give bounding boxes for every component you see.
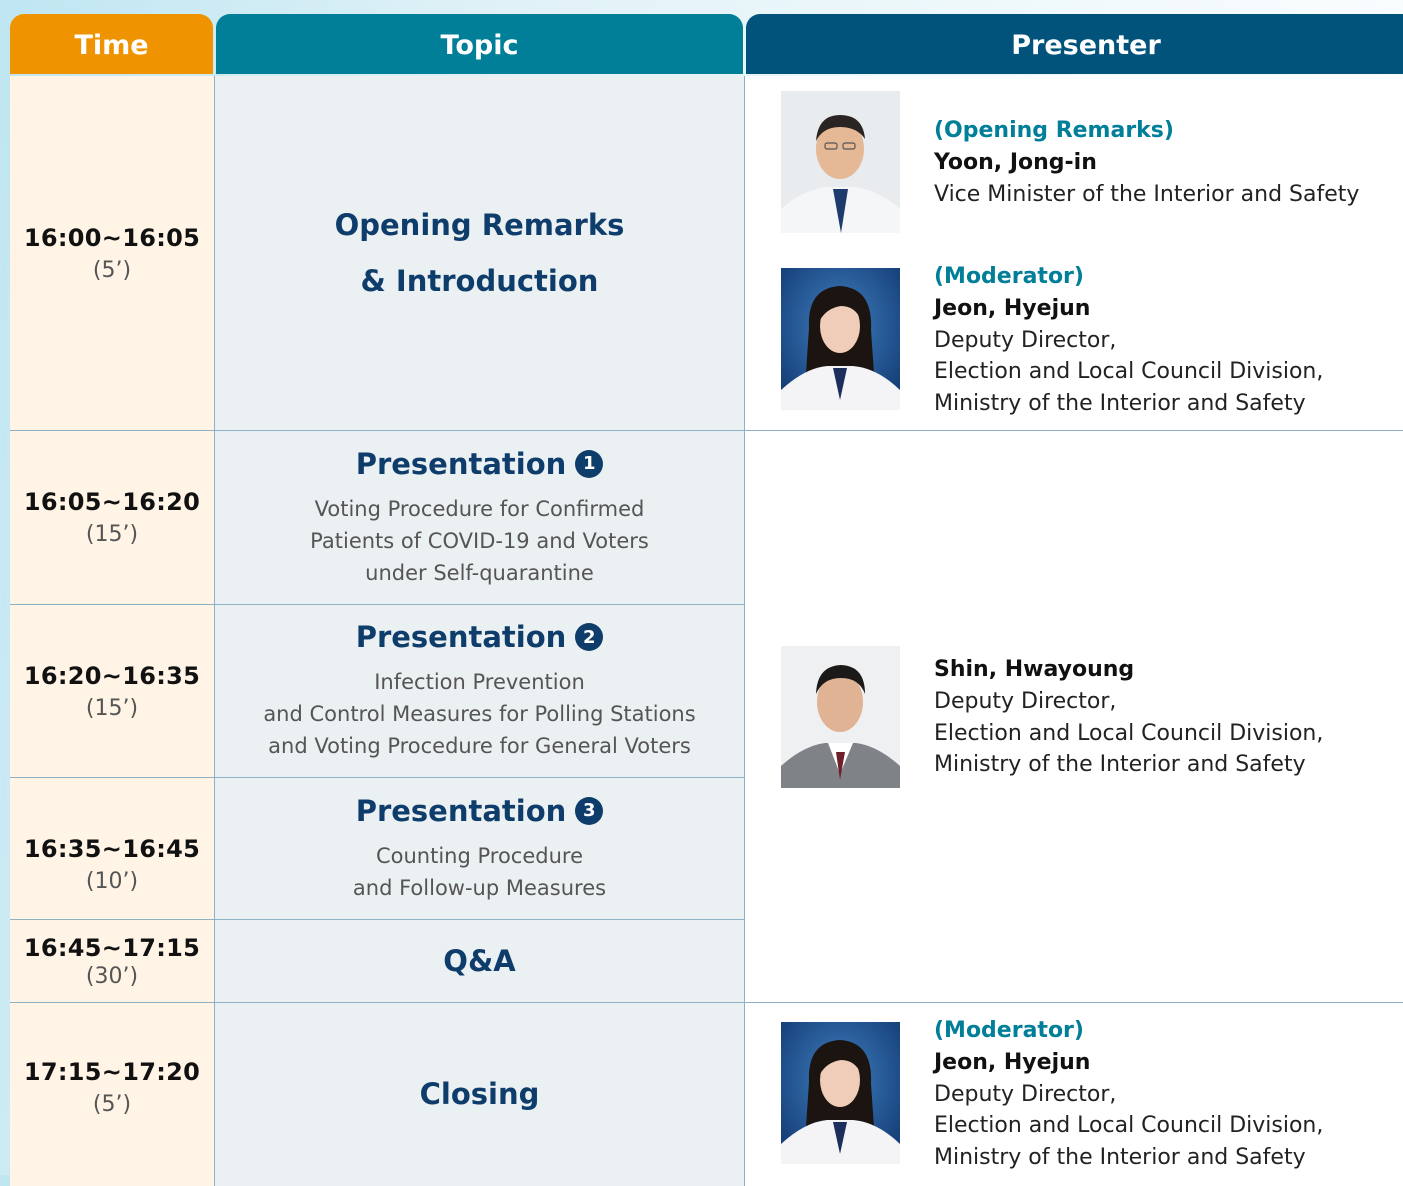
presenter-title: Election and Local Council Division,: [934, 359, 1324, 385]
topic-cell: Opening Remarks & Introduction: [215, 76, 744, 430]
presentation-description: Voting Procedure for Confirmed Patients …: [310, 493, 649, 589]
topic-cell: Presentation 1 Voting Procedure for Conf…: [215, 431, 744, 604]
presenter-name: Yoon, Jong-in: [934, 149, 1097, 175]
presenter-info: Shin, Hwayoung Deputy Director, Election…: [934, 654, 1403, 781]
time-range: 16:35~16:45: [23, 835, 201, 863]
topic-title: Opening Remarks: [334, 208, 625, 242]
description-line: under Self-quarantine: [365, 560, 594, 585]
time-range: 16:00~16:05: [23, 223, 201, 252]
presenter-title: Vice Minister of the Interior and Safety: [934, 181, 1360, 207]
number-badge: 3: [575, 796, 604, 825]
time-cell: 16:35~16:45 (10’): [10, 778, 214, 919]
presenter-title: Election and Local Council Division,: [934, 720, 1324, 746]
topic-cell: Presentation 3 Counting Procedure and Fo…: [215, 778, 744, 919]
duration: (10’): [85, 869, 139, 894]
number-badge: 2: [575, 623, 604, 651]
topic-cell: Closing: [215, 1003, 744, 1185]
presentation-title: Presentation 1: [356, 447, 604, 481]
topic-cell: Q&A: [215, 920, 744, 1002]
presentation-description: Infection Prevention and Control Measure…: [263, 666, 695, 762]
description-line: Voting Procedure for Confirmed: [314, 496, 645, 521]
presenter-info: (Moderator) Jeon, Hyejun Deputy Director…: [934, 1015, 1403, 1174]
time-cell: 16:45~17:15 (30’): [10, 920, 214, 1002]
description-line: Counting Procedure: [375, 843, 583, 868]
presenter-name: Shin, Hwayoung: [934, 657, 1135, 682]
presenter-role: (Moderator): [934, 264, 1084, 289]
presentation-title: Presentation 2: [356, 620, 604, 654]
duration: (5’): [92, 1091, 132, 1117]
presenter-title: Ministry of the Interior and Safety: [934, 391, 1306, 417]
time-range: 16:05~16:20: [23, 488, 201, 516]
presentation-description: Counting Procedure and Follow-up Measure…: [353, 840, 606, 904]
presenter-photo: [781, 91, 900, 233]
presenter-title: Election and Local Council Division,: [934, 1113, 1324, 1139]
presentation-label: Presentation: [355, 446, 567, 481]
duration: (5’): [92, 257, 132, 283]
presenter-title: Deputy Director,: [934, 1081, 1117, 1107]
duration: (15’): [85, 522, 139, 547]
description-line: and Follow-up Measures: [352, 875, 607, 900]
topic-title: & Introduction: [360, 264, 599, 298]
time-range: 16:20~16:35: [23, 661, 201, 690]
description-line: and Control Measures for Polling Station…: [263, 702, 696, 726]
presenter-name: Jeon, Hyejun: [934, 1049, 1091, 1075]
duration: (30’): [85, 963, 139, 989]
presenter-photo: [781, 1022, 900, 1164]
presenter-info: (Opening Remarks) Yoon, Jong-in Vice Min…: [934, 115, 1403, 210]
presenter-title: Ministry of the Interior and Safety: [934, 752, 1306, 778]
time-range: 16:45~17:15: [23, 933, 201, 962]
time-cell: 16:05~16:20 (15’): [10, 431, 214, 604]
presenter-role: (Opening Remarks): [934, 118, 1174, 143]
time-cell: 16:00~16:05 (5’): [10, 76, 214, 430]
presenter-info: (Moderator) Jeon, Hyejun Deputy Director…: [934, 261, 1403, 420]
time-cell: 16:20~16:35 (15’): [10, 605, 214, 777]
description-line: Infection Prevention: [374, 670, 585, 694]
description-line: and Voting Procedure for General Voters: [268, 734, 691, 758]
presenter-photo: [781, 646, 900, 788]
presenter-photo: [781, 268, 900, 410]
header-presenter: Presenter: [746, 14, 1403, 74]
number-badge: 1: [575, 449, 604, 478]
presentation-title: Presentation 3: [356, 794, 604, 828]
description-line: Patients of COVID-19 and Voters: [310, 528, 649, 553]
topic-cell: Presentation 2 Infection Prevention and …: [215, 605, 744, 777]
presenter-name: Jeon, Hyejun: [934, 295, 1091, 321]
duration: (15’): [85, 695, 139, 721]
presentation-label: Presentation: [355, 620, 567, 654]
presentation-label: Presentation: [355, 793, 567, 828]
time-cell: 17:15~17:20 (5’): [10, 1003, 214, 1175]
header-time: Time: [10, 14, 213, 74]
topic-title: Closing: [419, 1077, 540, 1111]
presenter-title: Deputy Director,: [934, 327, 1117, 353]
presenter-role: (Moderator): [934, 1018, 1084, 1043]
presenter-title: Deputy Director,: [934, 688, 1117, 714]
header-topic: Topic: [216, 14, 743, 74]
presenter-title: Ministry of the Interior and Safety: [934, 1145, 1306, 1171]
time-range: 17:15~17:20: [23, 1057, 201, 1086]
topic-title: Q&A: [443, 944, 516, 978]
